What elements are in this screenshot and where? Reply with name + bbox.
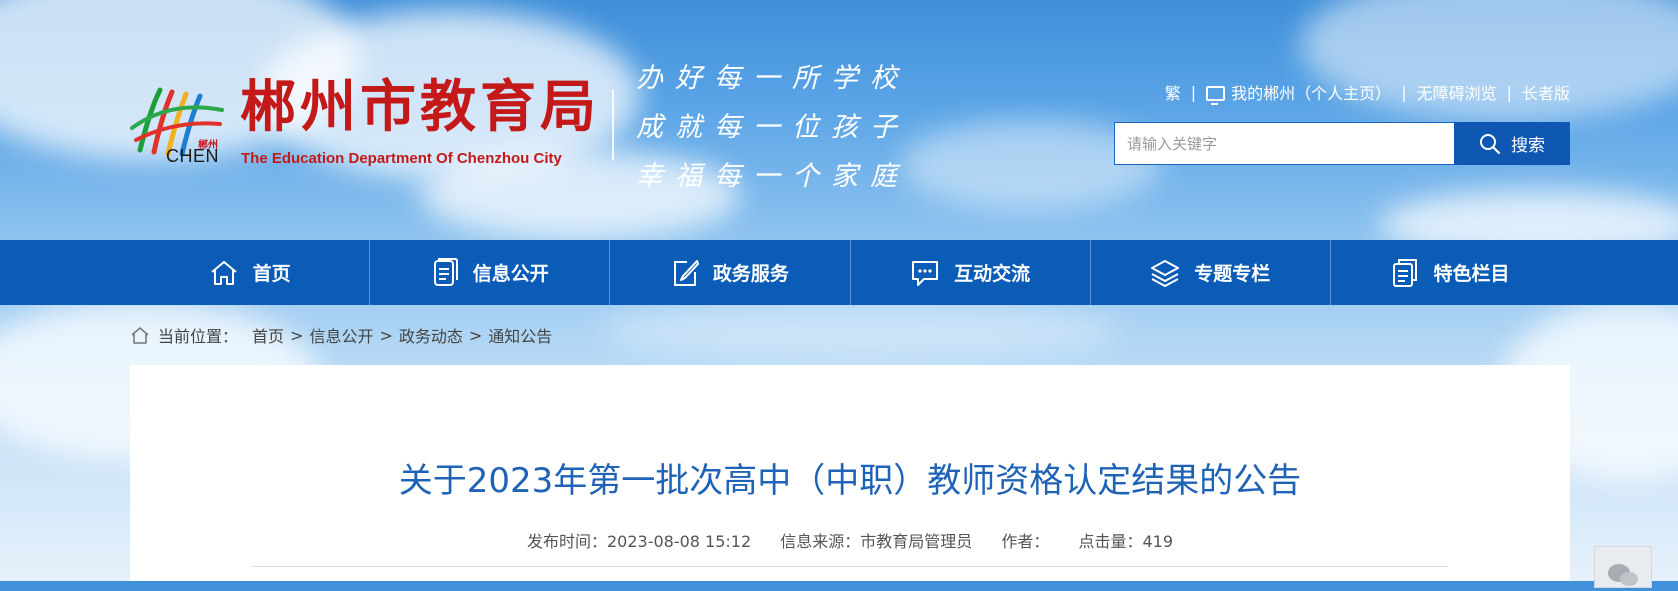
separator: | bbox=[1401, 82, 1407, 102]
separator: | bbox=[1190, 82, 1197, 102]
site-header: 郴州 CHEN 郴州市教育局 The Education Department … bbox=[0, 0, 1678, 240]
clipboard-icon bbox=[1393, 258, 1418, 287]
breadcrumb-item[interactable]: 信息公开 bbox=[309, 323, 373, 347]
slogan-line: 办好每一所学校 bbox=[636, 63, 909, 94]
home-icon bbox=[210, 260, 237, 285]
nav-item-info-disclosure[interactable]: 信息公开 bbox=[370, 240, 611, 305]
layers-icon bbox=[1151, 259, 1180, 287]
slogan: 办好每一所学校 成就每一位孩子 幸福每一个家庭 bbox=[636, 54, 909, 201]
top-links: 繁 | 我的郴州（个人主页） | 无障碍浏览 | 长者版 bbox=[1165, 80, 1570, 105]
separator: | bbox=[1506, 82, 1512, 102]
elderly-version-link[interactable]: 长者版 bbox=[1522, 80, 1570, 104]
search-button-label: 搜索 bbox=[1511, 136, 1545, 156]
site-subtitle: The Education Department Of Chenzhou Cit… bbox=[241, 150, 562, 167]
breadcrumb-separator: > bbox=[379, 325, 393, 345]
main-nav: 首页 信息公开 政务服务 互动交流 专题专栏 特色栏目 bbox=[0, 240, 1678, 305]
wechat-share-button[interactable] bbox=[1594, 546, 1652, 588]
monitor-icon bbox=[1206, 85, 1226, 105]
breadcrumb-item[interactable]: 政务动态 bbox=[399, 323, 463, 347]
nav-item-home[interactable]: 首页 bbox=[130, 240, 371, 305]
logo-text: CHEN bbox=[166, 146, 220, 166]
nav-label: 信息公开 bbox=[472, 263, 549, 285]
publish-time: 发布时间：2023-08-08 15:12 bbox=[526, 532, 752, 551]
document-icon bbox=[433, 257, 458, 286]
breadcrumb-prefix: 当前位置： bbox=[158, 327, 239, 346]
nav-item-gov-services[interactable]: 政务服务 bbox=[610, 240, 851, 305]
breadcrumb-separator: > bbox=[468, 325, 483, 345]
nav-label: 特色栏目 bbox=[1433, 263, 1510, 285]
breadcrumb: 当前位置： 首页 > 信息公开 > 政务动态 > 通知公告 bbox=[130, 323, 552, 347]
nav-label: 专题专栏 bbox=[1194, 263, 1271, 285]
chat-icon bbox=[912, 260, 939, 286]
nav-item-featured[interactable]: 特色栏目 bbox=[1331, 240, 1570, 305]
nav-label: 首页 bbox=[252, 263, 291, 285]
article-panel: 关于2023年第一批次高中（中职）教师资格认定结果的公告 发布时间：2023-0… bbox=[130, 365, 1570, 581]
article-meta: 发布时间：2023-08-08 15:12 信息来源：市教育局管理员 作者： 点… bbox=[130, 528, 1570, 552]
nav-item-special-topics[interactable]: 专题专栏 bbox=[1091, 240, 1331, 305]
edit-icon bbox=[673, 259, 699, 286]
divider bbox=[252, 566, 1448, 567]
search-icon bbox=[1480, 133, 1501, 154]
header-divider bbox=[612, 90, 614, 160]
nav-item-interaction[interactable]: 互动交流 bbox=[851, 240, 1091, 305]
search-bar: 搜索 bbox=[1114, 122, 1570, 165]
search-button[interactable]: 搜索 bbox=[1454, 122, 1570, 165]
slogan-line: 成就每一位孩子 bbox=[636, 112, 909, 143]
breadcrumb-separator: > bbox=[290, 325, 304, 345]
search-input[interactable] bbox=[1114, 122, 1454, 165]
author: 作者： bbox=[1001, 532, 1050, 551]
site-title[interactable]: 郴州市教育局 bbox=[240, 80, 600, 136]
breadcrumb-item[interactable]: 通知公告 bbox=[488, 323, 552, 347]
breadcrumb-item[interactable]: 首页 bbox=[252, 323, 284, 347]
wechat-icon bbox=[1608, 564, 1638, 586]
accessibility-link[interactable]: 无障碍浏览 bbox=[1417, 80, 1497, 104]
nav-label: 政务服务 bbox=[712, 263, 789, 285]
slogan-line: 幸福每一个家庭 bbox=[636, 161, 909, 192]
click-count: 点击量：419 bbox=[1078, 532, 1174, 551]
home-icon bbox=[131, 327, 149, 344]
my-chenzhou-link[interactable]: 我的郴州（个人主页） bbox=[1231, 80, 1391, 104]
nav-label: 互动交流 bbox=[954, 263, 1031, 285]
info-source: 信息来源：市教育局管理员 bbox=[780, 532, 973, 551]
article-title: 关于2023年第一批次高中（中职）教师资格认定结果的公告 bbox=[398, 461, 1302, 501]
traditional-chinese-link[interactable]: 繁 bbox=[1165, 80, 1181, 104]
